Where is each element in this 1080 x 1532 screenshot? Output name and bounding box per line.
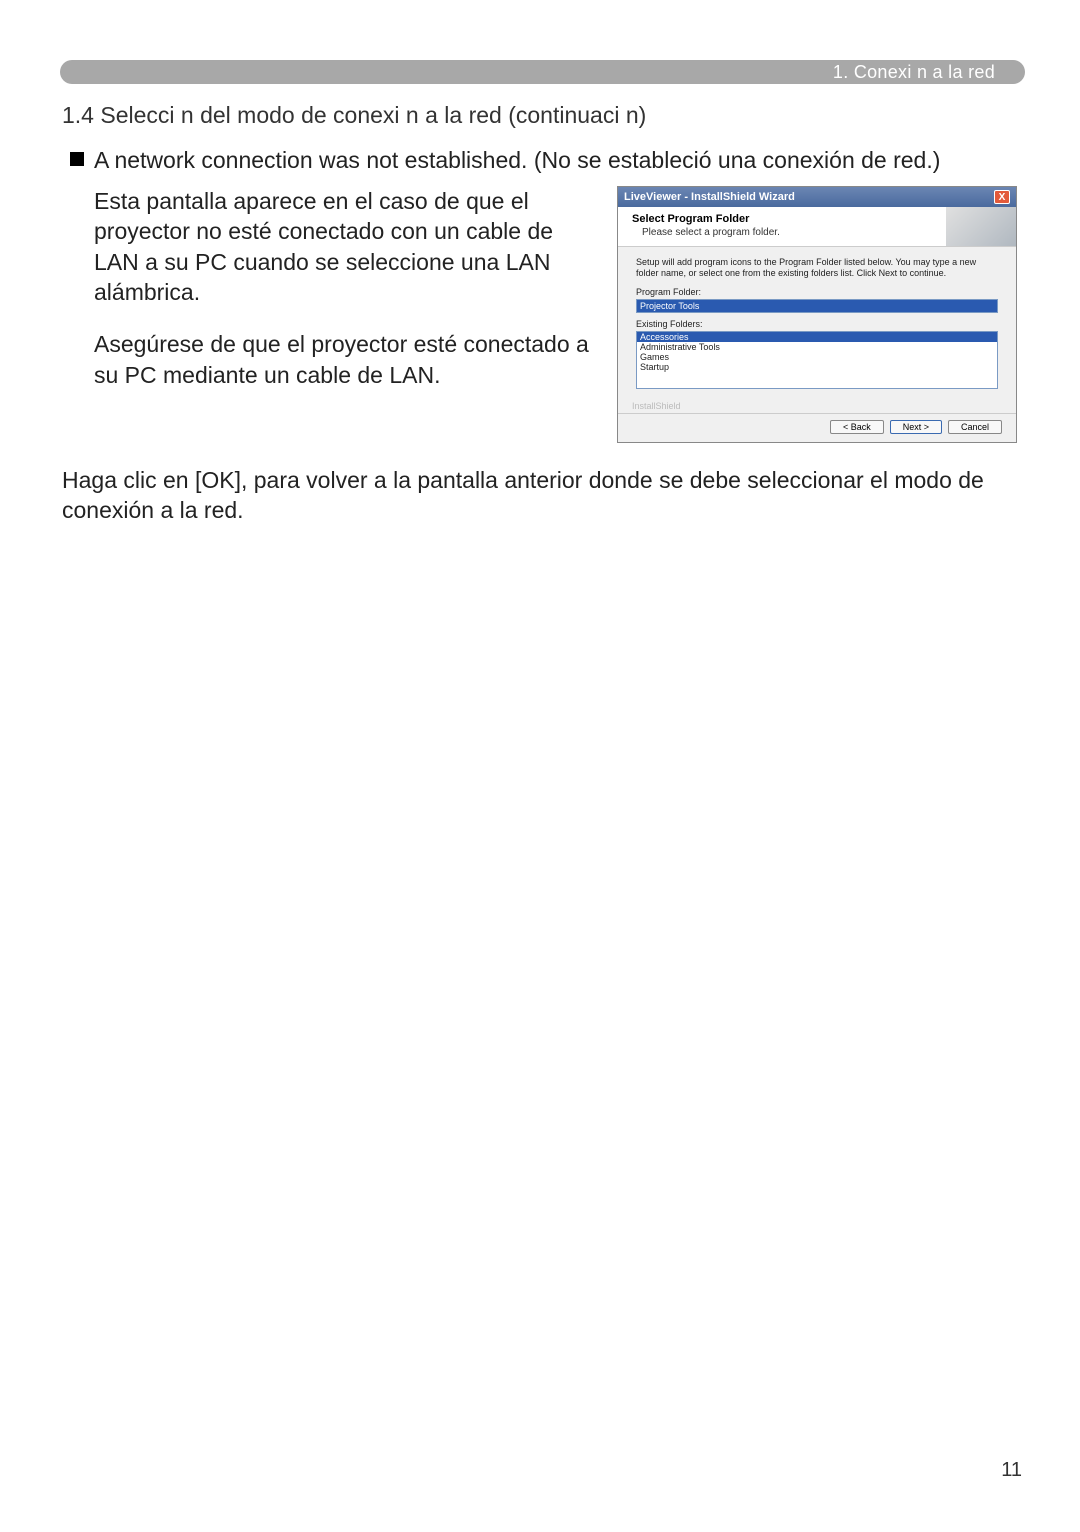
paragraph-1: Esta pantalla aparece en el caso de que … — [94, 186, 593, 307]
page-number: 11 — [1001, 1459, 1022, 1482]
left-text-column: Esta pantalla aparece en el caso de que … — [94, 186, 593, 443]
wizard-brand: InstallShield — [618, 399, 1016, 413]
wizard-header-graphic — [946, 207, 1016, 246]
bullet-line: A network connection was not established… — [70, 145, 1025, 176]
back-button[interactable]: < Back — [830, 420, 884, 434]
install-wizard-dialog: LiveViewer - InstallShield Wizard X Sele… — [617, 186, 1017, 443]
program-folder-label: Program Folder: — [636, 287, 998, 297]
existing-folders-list[interactable]: Accessories Administrative Tools Games S… — [636, 331, 998, 389]
wizard-header: Select Program Folder Please select a pr… — [618, 207, 1016, 247]
close-icon[interactable]: X — [994, 190, 1010, 204]
program-folder-input[interactable]: Projector Tools — [636, 299, 998, 313]
paragraph-2: Asegúrese de que el proyector esté conec… — [94, 329, 593, 390]
breadcrumb: 1. Conexi n a la red — [833, 62, 995, 83]
bullet-text: A network connection was not established… — [94, 145, 940, 176]
wizard-titlebar: LiveViewer - InstallShield Wizard X — [618, 187, 1016, 207]
existing-folders-label: Existing Folders: — [636, 319, 998, 329]
list-item[interactable]: Administrative Tools — [637, 342, 997, 352]
next-button[interactable]: Next > — [890, 420, 942, 434]
list-item[interactable]: Accessories — [637, 332, 997, 342]
list-item[interactable]: Startup — [637, 362, 997, 372]
square-bullet-icon — [70, 152, 84, 166]
header-bar: 1. Conexi n a la red — [60, 60, 1025, 84]
wizard-body: Setup will add program icons to the Prog… — [618, 247, 1016, 399]
section-title: 1.4 Selecci n del modo de conexi n a la … — [62, 102, 1025, 129]
paragraph-3: Haga clic en [OK], para volver a la pant… — [62, 465, 1025, 526]
cancel-button[interactable]: Cancel — [948, 420, 1002, 434]
wizard-title-text: LiveViewer - InstallShield Wizard — [624, 191, 795, 203]
wizard-description: Setup will add program icons to the Prog… — [636, 257, 998, 279]
wizard-footer: < Back Next > Cancel — [618, 413, 1016, 442]
list-item[interactable]: Games — [637, 352, 997, 362]
